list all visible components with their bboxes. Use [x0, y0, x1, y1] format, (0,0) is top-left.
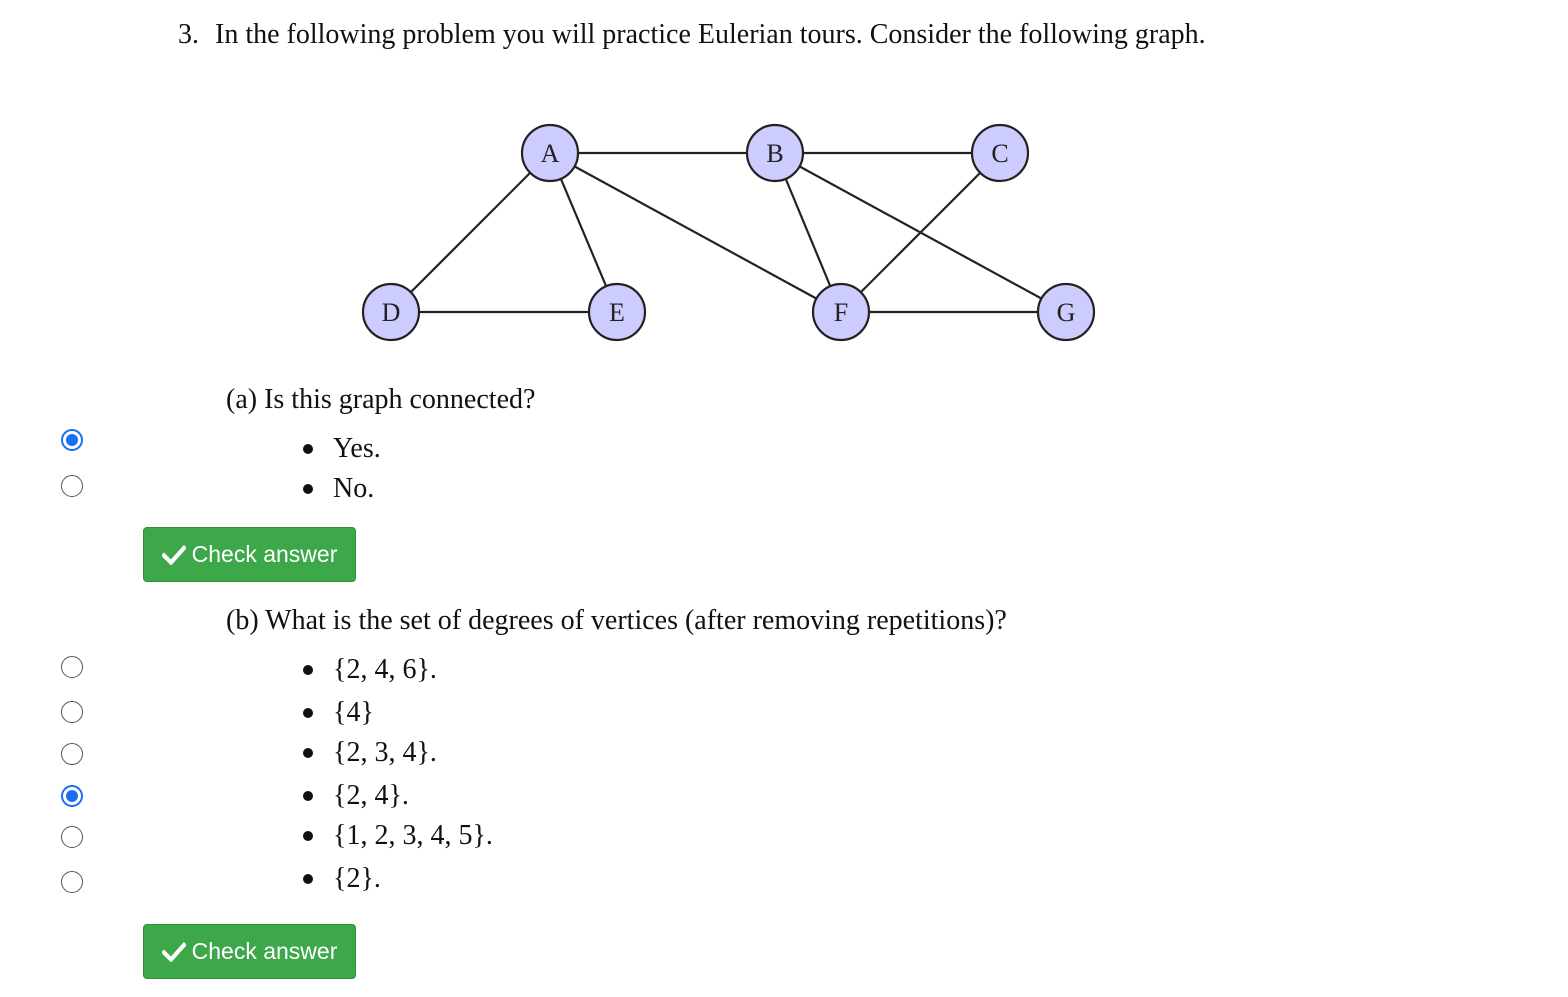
node-D: D — [361, 282, 421, 342]
radio-part-b-option-1[interactable] — [61, 656, 83, 678]
edge-A-D — [390, 152, 551, 313]
node-B: B — [745, 123, 805, 183]
node-A: A — [520, 123, 580, 183]
node-E: E — [587, 282, 647, 342]
node-label: C — [991, 139, 1008, 168]
graph-figure: A B C D E F G — [361, 123, 1096, 342]
node-label: D — [382, 298, 401, 327]
radio-part-b-option-2[interactable] — [61, 701, 83, 723]
bullet-icon — [303, 443, 313, 454]
radio-part-b-option-4[interactable] — [61, 785, 83, 807]
node-label: B — [766, 139, 783, 168]
check-answer-label: Check answer — [191, 541, 338, 567]
node-G: G — [1036, 282, 1096, 342]
bullet-icon — [303, 830, 313, 841]
bullet-icon — [303, 707, 313, 718]
edge-C-F — [840, 152, 1001, 313]
option-part-a-yes: Yes. — [303, 433, 381, 465]
radio-part-b-option-6[interactable] — [61, 871, 83, 893]
option-part-b-1: {2, 4, 6}. — [303, 654, 437, 686]
check-answer-button-a[interactable]: Check answer — [143, 527, 356, 582]
option-part-b-6: {2}. — [303, 863, 381, 895]
option-label: {1, 2, 3, 4, 5}. — [333, 820, 493, 851]
check-answer-button-b[interactable]: Check answer — [143, 924, 356, 979]
radio-part-a-option-yes[interactable] — [61, 429, 83, 451]
radio-part-a-option-no[interactable] — [61, 475, 83, 497]
check-answer-label: Check answer — [191, 938, 338, 964]
option-label: {2, 4, 6}. — [333, 654, 437, 685]
part-a-prompt: (a) Is this graph connected? — [226, 384, 536, 415]
option-part-b-3: {2, 3, 4}. — [303, 737, 437, 769]
radio-part-b-option-3[interactable] — [61, 743, 83, 765]
bullet-icon — [303, 664, 313, 675]
node-label: F — [834, 298, 848, 327]
node-label: G — [1057, 298, 1076, 327]
option-label: {2, 3, 4}. — [333, 737, 437, 768]
option-label: {2, 4}. — [333, 780, 409, 811]
radio-part-b-option-5[interactable] — [61, 826, 83, 848]
part-b-prompt: (b) What is the set of degrees of vertic… — [226, 605, 1007, 636]
bullet-icon — [303, 790, 313, 801]
edge-A-F — [549, 152, 842, 313]
bullet-icon — [303, 747, 313, 758]
bullet-icon — [303, 873, 313, 884]
option-part-a-no: No. — [303, 473, 374, 505]
option-label: Yes. — [333, 433, 381, 464]
check-icon — [161, 544, 186, 565]
node-label: E — [609, 298, 625, 327]
option-part-b-2: {4} — [303, 697, 374, 729]
option-part-b-5: {1, 2, 3, 4, 5}. — [303, 820, 493, 852]
check-icon — [161, 941, 186, 962]
option-part-b-4: {2, 4}. — [303, 780, 409, 812]
option-label: No. — [333, 473, 375, 504]
bullet-icon — [303, 483, 313, 494]
node-C: C — [970, 123, 1030, 183]
node-label: A — [541, 139, 560, 168]
option-label: {2}. — [333, 863, 381, 894]
option-label: {4} — [333, 697, 374, 728]
node-F: F — [811, 282, 871, 342]
